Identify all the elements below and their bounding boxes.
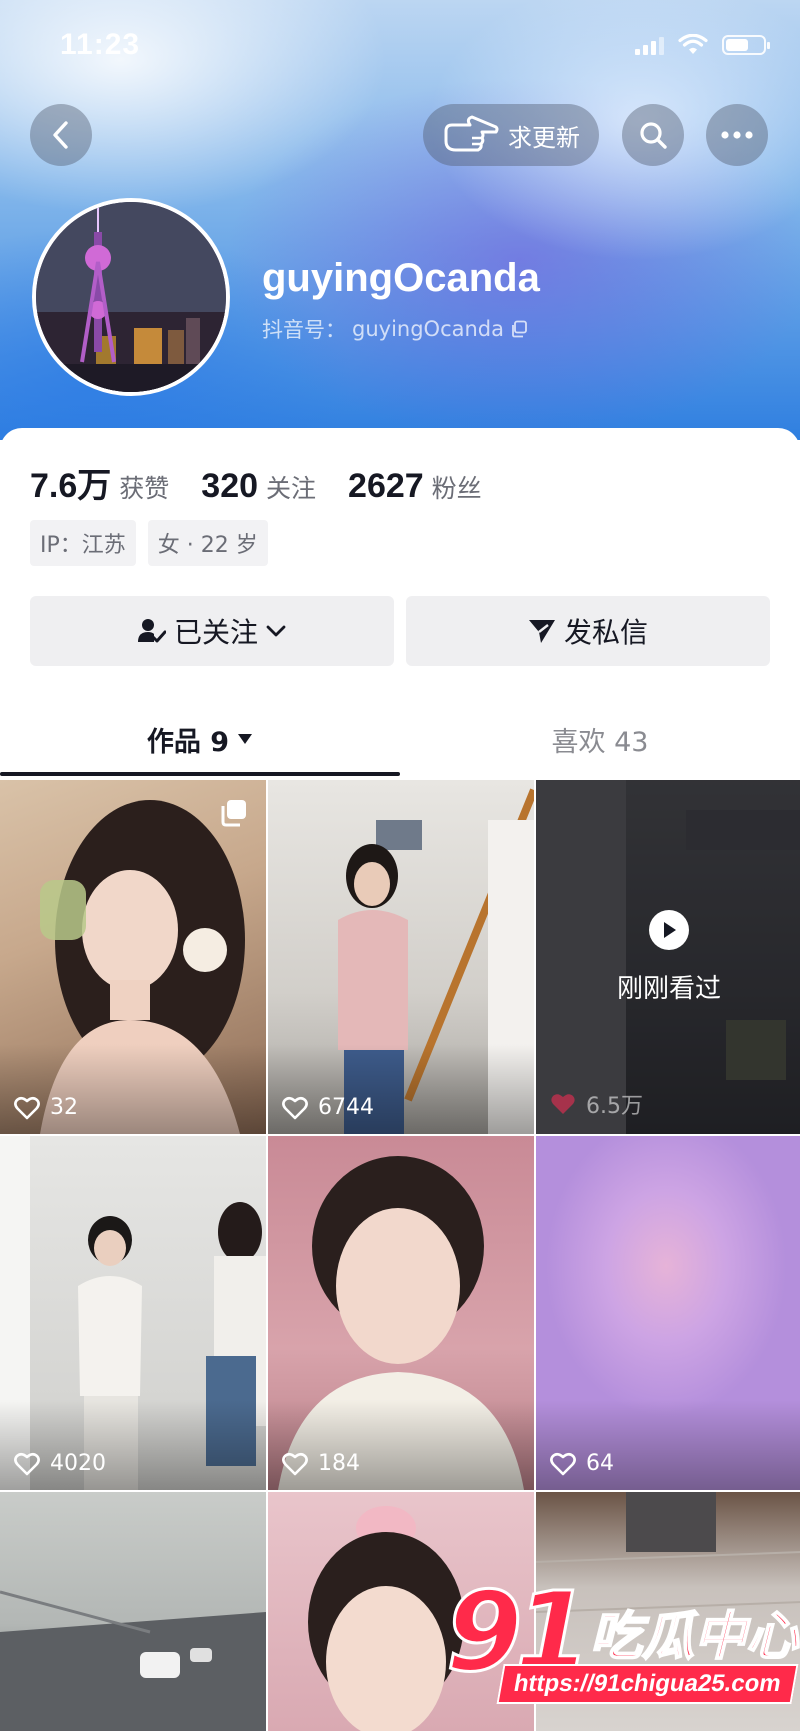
send-message-button[interactable]: 发私信 xyxy=(406,596,770,666)
video-likes: 184 xyxy=(282,1451,360,1476)
stat-likes-value: 7.6万 xyxy=(30,467,112,505)
video-tile-2[interactable]: 6744 xyxy=(268,780,534,1134)
back-button[interactable] xyxy=(30,104,92,166)
video-likes: 6.5万 xyxy=(550,1088,643,1120)
douyin-id-value: guyingOcanda xyxy=(352,317,504,341)
content-tabs: 作品 9 喜欢 43 xyxy=(0,700,800,778)
video-likes-count: 64 xyxy=(586,1451,614,1476)
copy-icon[interactable] xyxy=(510,320,528,338)
gender-age-tag: 女 · 22 岁 xyxy=(147,520,268,566)
tile-shade xyxy=(268,1044,534,1134)
stat-followers-label: 粉丝 xyxy=(431,474,482,503)
video-likes: 32 xyxy=(14,1095,78,1120)
send-message-icon xyxy=(528,620,555,643)
heart-outline-icon xyxy=(14,1096,40,1119)
following-button[interactable]: 已关注 xyxy=(30,596,394,666)
video-likes: 64 xyxy=(550,1451,614,1476)
ip-location-tag: IP：江苏 xyxy=(30,520,136,566)
video-likes-count: 6.5万 xyxy=(586,1094,643,1119)
stat-followers[interactable]: 2627 粉丝 xyxy=(348,467,482,506)
cellular-signal-icon xyxy=(635,35,664,55)
heart-filled-icon xyxy=(551,1094,575,1114)
caret-down-icon xyxy=(238,734,253,744)
tab-works-label: 作品 9 xyxy=(146,726,230,758)
video-tile-5[interactable]: 184 xyxy=(268,1136,534,1490)
avatar-tv-tower-image xyxy=(36,202,226,392)
video-tile-1[interactable]: 32 xyxy=(0,780,266,1134)
request-update-label: 求更新 xyxy=(508,123,580,152)
heart-outline-icon xyxy=(550,1452,576,1475)
tab-likes[interactable]: 喜欢 43 xyxy=(400,700,800,778)
heart-outline-icon xyxy=(14,1452,40,1475)
profile-tags: IP：江苏 女 · 22 岁 xyxy=(30,520,268,566)
search-icon xyxy=(640,122,667,149)
heart-outline-icon xyxy=(282,1452,308,1475)
wifi-icon xyxy=(678,34,708,54)
video-likes-count: 32 xyxy=(50,1095,78,1120)
play-icon xyxy=(649,910,689,950)
recently-watched-indicator: 刚刚看过 xyxy=(536,910,800,1005)
stat-following-label: 关注 xyxy=(266,474,317,503)
video-likes: 4020 xyxy=(14,1451,106,1476)
video-likes-count: 4020 xyxy=(50,1451,106,1476)
following-label: 已关注 xyxy=(173,616,258,649)
pointing-hand-icon xyxy=(444,115,499,152)
video-likes-count: 6744 xyxy=(318,1095,374,1120)
site-watermark-logo: 91 吃瓜中心 https://91chigua25.com xyxy=(440,1567,800,1728)
douyin-id-label: 抖音号： xyxy=(262,318,346,342)
chevron-left-icon xyxy=(53,121,68,149)
recently-watched-label: 刚刚看过 xyxy=(616,974,721,1004)
tile-shade xyxy=(268,1400,534,1490)
status-bar: 11:23 xyxy=(0,0,800,96)
tile-shade xyxy=(0,1400,266,1490)
video-tile-4[interactable]: 4020 xyxy=(0,1136,266,1490)
multi-image-icon xyxy=(221,800,246,827)
send-message-label: 发私信 xyxy=(563,616,648,649)
status-icons xyxy=(635,34,770,56)
user-check-icon xyxy=(137,619,166,643)
tile-shade xyxy=(0,1044,266,1134)
more-options-button[interactable] xyxy=(706,104,768,166)
video-likes-count: 184 xyxy=(318,1451,360,1476)
status-time: 11:23 xyxy=(60,28,141,61)
avatar[interactable] xyxy=(32,198,230,396)
username: guyingOcanda xyxy=(262,256,540,300)
stat-likes-label: 获赞 xyxy=(119,474,170,503)
battery-icon xyxy=(722,35,770,55)
watermark-url: https://91chigua25.com xyxy=(496,1664,799,1704)
tile-shade xyxy=(536,1400,800,1490)
heart-outline-icon xyxy=(282,1096,308,1119)
watermark-brand-text: 吃瓜中心 xyxy=(589,1606,799,1668)
video-tile-7[interactable] xyxy=(0,1492,266,1731)
video-thumbnail-scene xyxy=(0,1590,266,1731)
chevron-down-icon xyxy=(266,625,286,637)
tab-works[interactable]: 作品 9 xyxy=(0,700,400,778)
tab-likes-label: 喜欢 43 xyxy=(551,726,649,758)
video-tile-3[interactable]: 刚刚看过 6.5万 xyxy=(536,780,800,1134)
stat-following-value: 320 xyxy=(201,467,259,505)
request-update-button[interactable]: 求更新 xyxy=(423,104,599,166)
stat-likes: 7.6万 获赞 xyxy=(30,458,169,507)
active-tab-indicator xyxy=(0,772,400,776)
douyin-id[interactable]: 抖音号： guyingOcanda xyxy=(262,314,528,344)
video-likes: 6744 xyxy=(282,1095,374,1120)
video-tile-6[interactable]: 64 xyxy=(536,1136,800,1490)
stat-following[interactable]: 320 关注 xyxy=(201,467,316,506)
stat-followers-value: 2627 xyxy=(348,467,424,505)
search-button[interactable] xyxy=(622,104,684,166)
profile-header-banner: 11:23 求更新 guyingOcanda 抖音号： guyingOcanda xyxy=(0,0,800,440)
more-dots-icon xyxy=(721,131,753,139)
stats-row: 7.6万 获赞 320 关注 2627 粉丝 xyxy=(30,458,514,507)
